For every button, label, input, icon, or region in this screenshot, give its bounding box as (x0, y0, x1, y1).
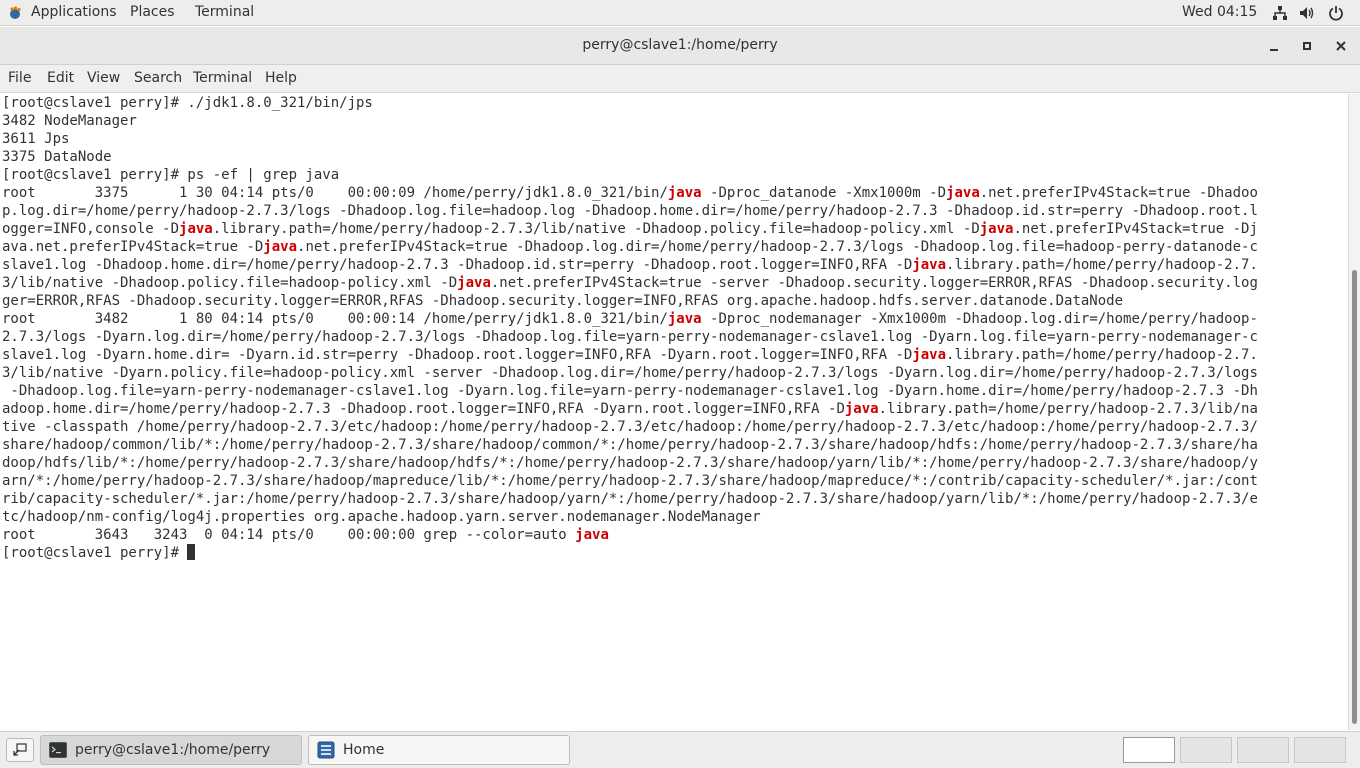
task-terminal[interactable]: perry@cslave1:/home/perry (40, 735, 302, 765)
places-menu[interactable]: Places (130, 4, 175, 20)
grep-match: java (979, 221, 1014, 237)
grep-match: java (575, 527, 609, 543)
terminal-line: adoop.home.dir=/home/perry/hadoop-2.7.3 … (2, 401, 1258, 417)
file-manager-icon (317, 741, 335, 759)
power-icon[interactable] (1328, 5, 1344, 21)
menu-file[interactable]: File (8, 70, 31, 86)
terminal-line: 3482 NodeManager (2, 113, 137, 129)
menu-search[interactable]: Search (134, 70, 182, 86)
terminal-line: p.log.dir=/home/perry/hadoop-2.7.3/logs … (2, 203, 1258, 219)
show-desktop-button[interactable] (6, 738, 34, 762)
terminal-line: 3375 DataNode (2, 149, 112, 165)
terminal-line: [root@cslave1 perry]# ps -ef | grep java (2, 167, 340, 183)
gnome-foot-icon (10, 6, 21, 19)
terminal-line: -Dhadoop.log.file=yarn-perry-nodemanager… (2, 383, 1258, 399)
bottom-taskbar: perry@cslave1:/home/perry Home (0, 731, 1360, 768)
grep-match: java (946, 185, 980, 201)
maximize-icon[interactable] (1298, 37, 1316, 55)
network-icon[interactable] (1272, 5, 1288, 21)
terminal-icon (49, 742, 67, 758)
clock[interactable]: Wed 04:15 (1182, 4, 1257, 20)
terminal-line: slave1.log -Dhadoop.home.dir=/home/perry… (2, 257, 1258, 273)
terminal-line: [root@cslave1 perry]# ./jdk1.8.0_321/bin… (2, 95, 373, 111)
task-terminal-label: perry@cslave1:/home/perry (75, 742, 271, 758)
terminal-line: 3/lib/native -Dyarn.policy.file=hadoop-p… (2, 365, 1258, 381)
terminal-line: slave1.log -Dyarn.home.dir= -Dyarn.id.st… (2, 347, 1258, 363)
terminal-line: rib/capacity-scheduler/*.jar:/home/perry… (2, 491, 1258, 507)
grep-match: java (912, 347, 947, 363)
terminal-cursor (187, 544, 196, 560)
grep-match: java (667, 185, 702, 201)
terminal-line: 3611 Jps (2, 131, 70, 147)
workspace-1[interactable] (1123, 737, 1175, 763)
grep-match: java (263, 239, 298, 255)
close-icon[interactable] (1332, 37, 1350, 55)
window-titlebar[interactable]: perry@cslave1:/home/perry (0, 27, 1360, 65)
terminal-line: ger=ERROR,RFAS -Dhadoop.security.logger=… (2, 293, 1124, 309)
grep-match: java (912, 257, 947, 273)
terminal-line: share/hadoop/common/lib/*:/home/perry/ha… (2, 437, 1258, 453)
terminal-line: ava.net.preferIPv4Stack=true -Djava.net.… (2, 239, 1258, 255)
terminal-line: tive -classpath /home/perry/hadoop-2.7.3… (2, 419, 1258, 435)
window-title: perry@cslave1:/home/perry (582, 37, 778, 53)
volume-icon[interactable] (1299, 5, 1315, 21)
top-panel: Applications Places Terminal Wed 04:15 (0, 0, 1360, 26)
show-desktop-icon (13, 743, 27, 756)
terminal-scrollbar[interactable] (1348, 94, 1360, 730)
terminal-line: tc/hadoop/nm-config/log4j.properties org… (2, 509, 761, 525)
workspace-3[interactable] (1237, 737, 1289, 763)
menu-view[interactable]: View (87, 70, 120, 86)
grep-match: java (667, 311, 702, 327)
terminal-line: 2.7.3/logs -Dyarn.log.dir=/home/perry/ha… (2, 329, 1258, 345)
terminal-line: root 3375 1 30 04:14 pts/0 00:00:09 /hom… (2, 185, 1258, 201)
terminal-line: 3/lib/native -Dhadoop.policy.file=hadoop… (2, 275, 1258, 291)
terminal-line: root 3482 1 80 04:14 pts/0 00:00:14 /hom… (2, 311, 1258, 327)
terminal-line: doop/hdfs/lib/*:/home/perry/hadoop-2.7.3… (2, 455, 1258, 471)
terminal-app-menu[interactable]: Terminal (195, 4, 254, 20)
task-home-label: Home (343, 742, 385, 758)
grep-match: java (844, 401, 879, 417)
workspace-2[interactable] (1180, 737, 1232, 763)
applications-menu[interactable]: Applications (31, 4, 117, 20)
terminal-line: root 3643 3243 0 04:14 pts/0 00:00:00 gr… (2, 527, 609, 543)
workspace-4[interactable] (1294, 737, 1346, 763)
grep-match: java (457, 275, 491, 291)
terminal-line: arn/*:/home/perry/hadoop-2.7.3/share/had… (2, 473, 1258, 489)
menu-terminal[interactable]: Terminal (193, 70, 252, 86)
terminal-line: ogger=INFO,console -Djava.library.path=/… (2, 221, 1258, 237)
scrollbar-thumb[interactable] (1352, 270, 1357, 724)
terminal-line: [root@cslave1 perry]# (2, 544, 196, 562)
menu-help[interactable]: Help (265, 70, 297, 86)
task-home[interactable]: Home (308, 735, 570, 765)
menu-edit[interactable]: Edit (47, 70, 74, 86)
terminal-output[interactable]: [root@cslave1 perry]# ./jdk1.8.0_321/bin… (0, 94, 1348, 730)
grep-match: java (179, 221, 213, 237)
menubar: File Edit View Search Terminal Help (0, 65, 1360, 93)
minimize-icon[interactable] (1265, 37, 1283, 55)
